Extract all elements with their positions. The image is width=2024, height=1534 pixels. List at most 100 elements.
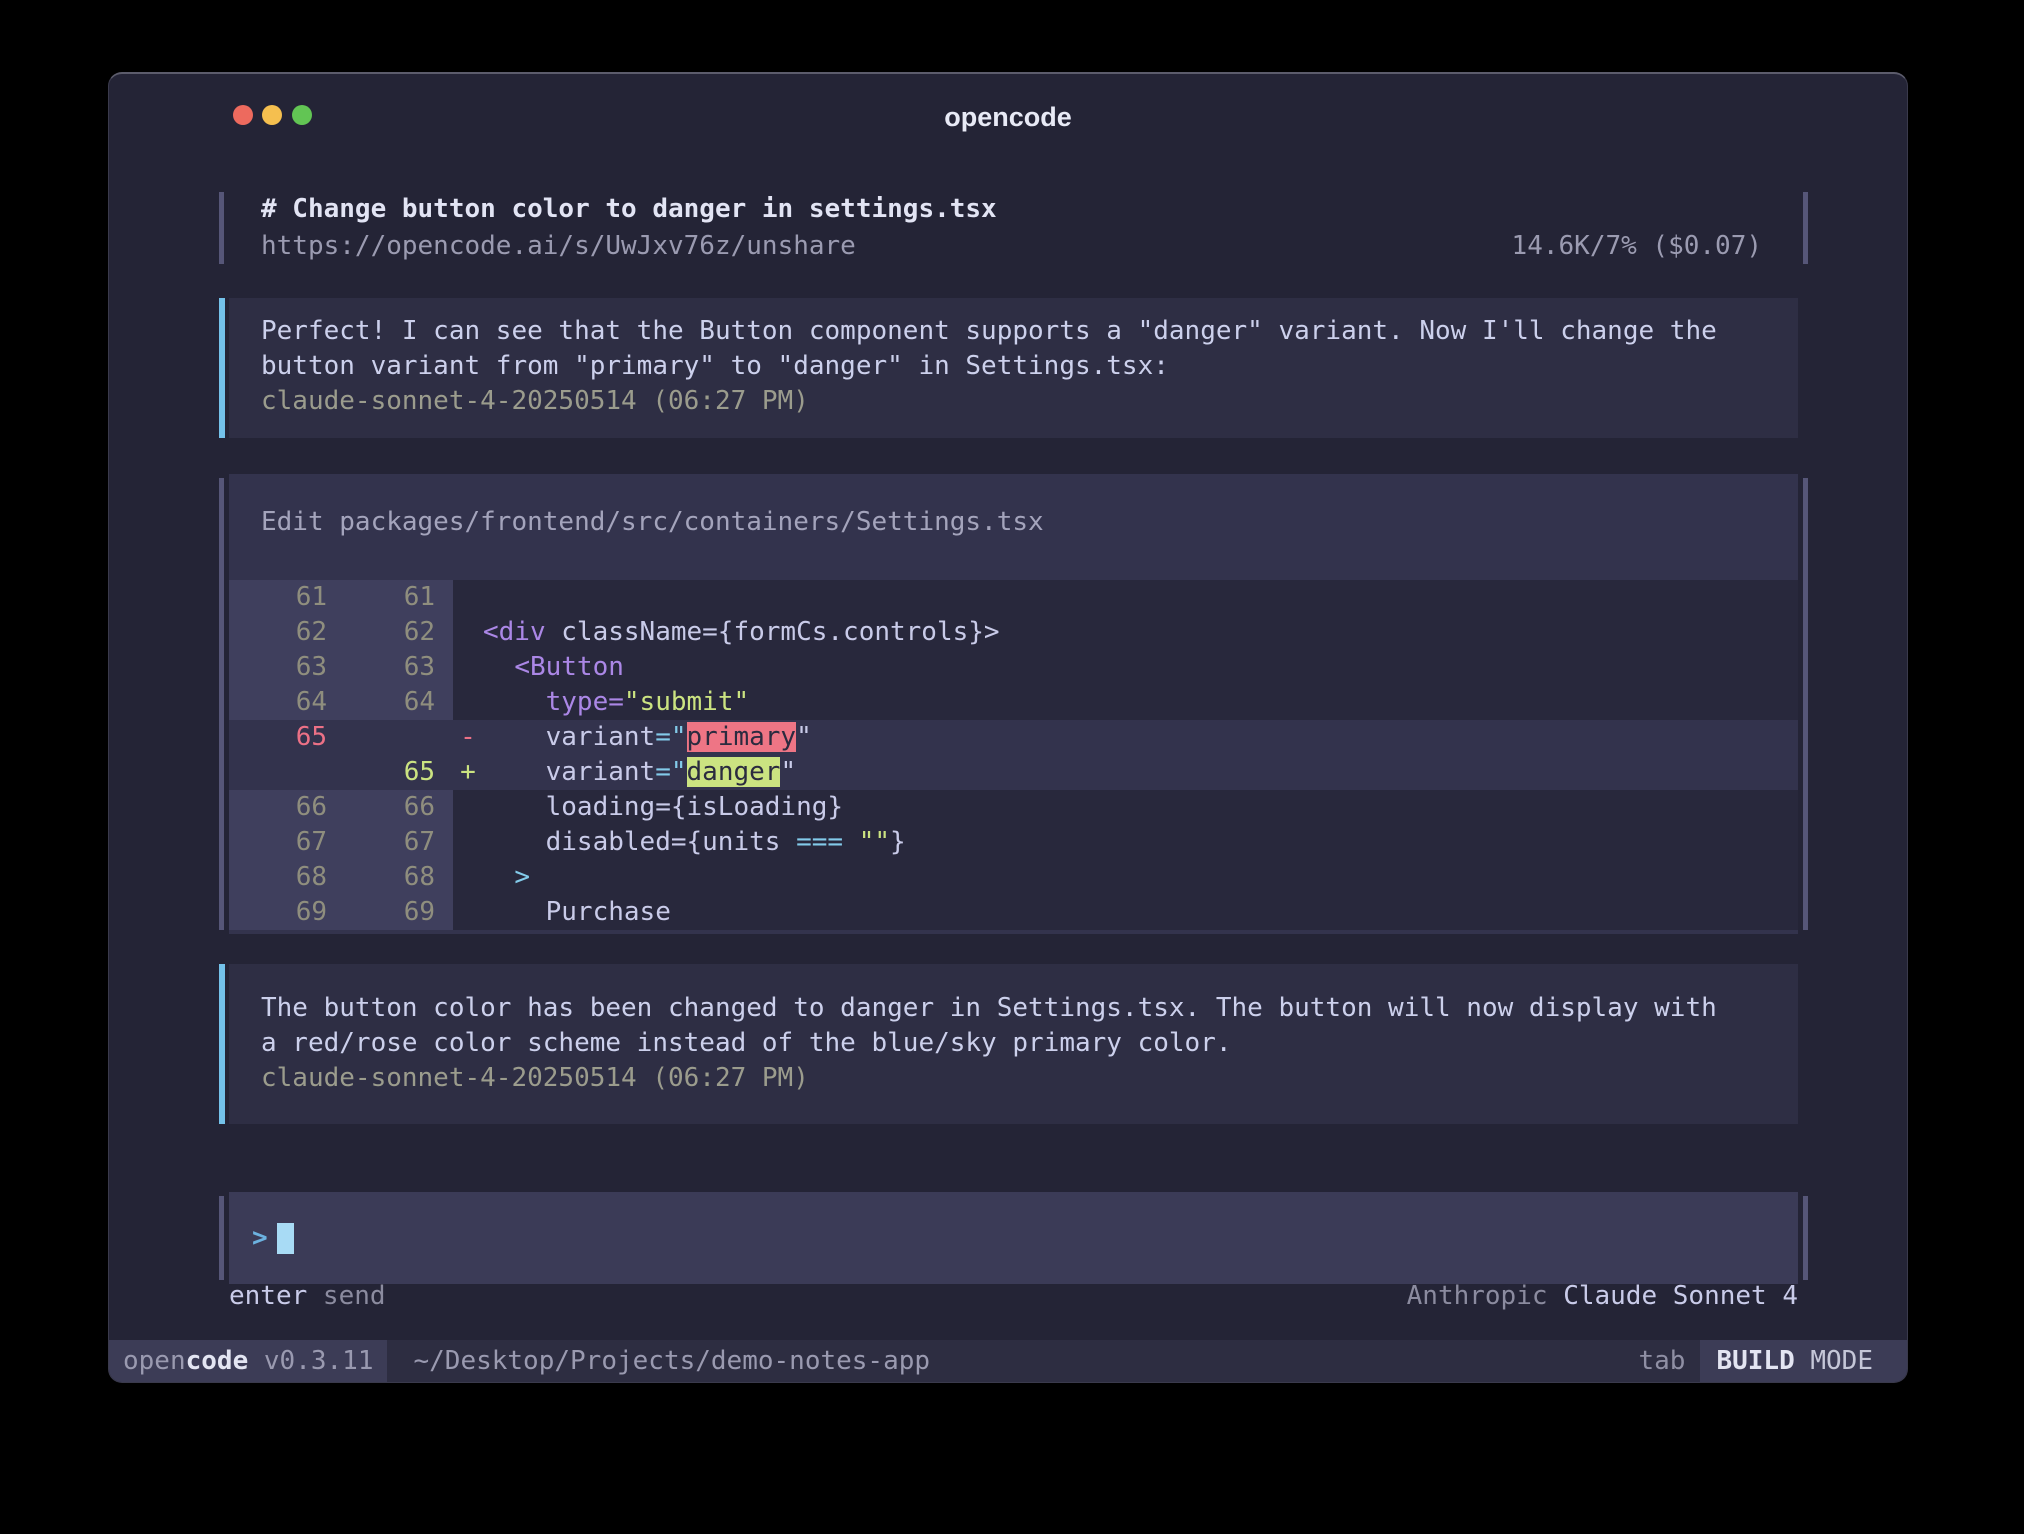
old-line-number: 63 [229,650,341,685]
new-line-number: 61 [341,580,453,615]
diff-code-line: disabled={units === ""} [483,825,1798,860]
old-line-number: 69 [229,895,341,930]
edit-box: Edit packages/frontend/src/containers/Se… [229,474,1798,934]
new-line-number: 65 [341,755,453,790]
diff-marker [453,895,483,930]
diff-code-line: Purchase [483,895,1798,930]
code-segment [483,652,514,682]
diff-marker: + [453,755,483,790]
assistant-message: The button color has been changed to dan… [109,964,1909,1124]
code-segment [483,827,546,857]
code-segment: =" [655,757,686,787]
message-body: The button color has been changed to dan… [229,964,1798,1124]
diff-view: 61616262<div className={formCs.controls}… [229,580,1798,930]
code-segment: =" [655,722,686,752]
diff-code-line [483,580,1798,615]
code-segment [483,757,546,787]
code-segment: Purchase [546,897,671,927]
header-left-border [219,192,224,264]
edit-tool-block: Edit packages/frontend/src/containers/Se… [109,474,1909,934]
diff-row: 6767 disabled={units === ""} [229,825,1798,860]
diff-marker [453,860,483,895]
diff-code-line: > [483,860,1798,895]
app-version-segment: opencode v0.3.11 [109,1340,387,1382]
diff-row: 6666 loading={isLoading} [229,790,1798,825]
model-label: Claude Sonnet 4 [1563,1278,1798,1314]
code-segment: "submit" [624,687,749,717]
message-text-line: Perfect! I can see that the Button compo… [261,314,1798,349]
unshare-command: /unshare [731,228,856,264]
code-segment [483,792,546,822]
share-url[interactable]: https://opencode.ai/s/UwJxv76z [261,228,731,264]
app-window: opencode # Change button color to danger… [108,72,1908,1383]
app-version: v0.3.11 [248,1346,373,1376]
window-title: opencode [109,102,1907,133]
code-segment: className={formCs.controls}> [546,617,1000,647]
hints-row: enter send Anthropic Claude Sonnet 4 [109,1278,1909,1314]
header-right-border [1803,192,1808,264]
new-line-number: 66 [341,790,453,825]
diff-row: 6969 Purchase [229,895,1798,930]
diff-row: 6868 > [229,860,1798,895]
diff-marker [453,615,483,650]
new-line-number: 69 [341,895,453,930]
diff-row: 65 - variant="primary" [229,720,1798,755]
enter-key-hint: enter [229,1278,307,1314]
code-segment: disabled={units [546,827,796,857]
code-segment: variant [546,722,656,752]
edit-file-path: Edit packages/frontend/src/containers/Se… [229,504,1798,540]
diff-marker [453,580,483,615]
old-line-number: 67 [229,825,341,860]
code-segment: " [780,757,796,787]
code-segment: loading={isLoading} [546,792,843,822]
diff-row: 6363 <Button [229,650,1798,685]
diff-code-line: loading={isLoading} [483,790,1798,825]
old-line-number: 68 [229,860,341,895]
code-segment: " [796,722,812,752]
app-name-open: open [123,1346,186,1376]
message-text-line: The button color has been changed to dan… [261,991,1798,1026]
diff-row: 6161 [229,580,1798,615]
old-line-number: 66 [229,790,341,825]
mode-name: BUILD [1716,1346,1810,1376]
input-left-border [219,1196,224,1280]
prompt-input-row: > [109,1192,1909,1284]
diff-row: 6464 type="submit" [229,685,1798,720]
code-segment: <Button [514,652,624,682]
new-line-number: 68 [341,860,453,895]
prompt-input[interactable]: > [229,1192,1798,1284]
message-model-timestamp: claude-sonnet-4-20250514 (06:27 PM) [261,1061,1798,1096]
code-segment [483,722,546,752]
prompt-symbol: > [252,1223,268,1253]
code-segment: "" [859,827,890,857]
new-line-number [341,720,453,755]
code-segment: > [514,862,530,892]
text-cursor [277,1223,294,1254]
message-text-line: a red/rose color scheme instead of the b… [261,1026,1798,1061]
token-usage-stats: 14.6K/7% ($0.07) [1512,228,1762,264]
new-line-number: 63 [341,650,453,685]
provider-label: Anthropic [1407,1278,1564,1314]
edit-left-border [219,478,224,930]
assistant-message: Perfect! I can see that the Button compo… [109,298,1909,438]
code-segment: danger [687,757,781,787]
old-line-number: 65 [229,720,341,755]
working-directory-path: ~/Desktop/Projects/demo-notes-app [413,1346,930,1376]
message-body: Perfect! I can see that the Button compo… [229,298,1798,438]
code-segment [843,827,859,857]
code-segment: === [796,827,843,857]
new-line-number: 62 [341,615,453,650]
session-title: # Change button color to danger in setti… [229,188,1798,228]
diff-marker: - [453,720,483,755]
message-text-line: button variant from "primary" to "danger… [261,349,1798,384]
diff-marker [453,790,483,825]
diff-code-line: type="submit" [483,685,1798,720]
diff-code-line: variant="primary" [483,720,1798,755]
mode-segment: BUILD MODE [1700,1340,1907,1382]
code-segment [483,862,514,892]
code-segment [483,687,546,717]
message-accent-bar [219,964,225,1124]
code-segment [483,897,546,927]
code-segment: } [890,827,906,857]
diff-code-line: <div className={formCs.controls}> [483,615,1798,650]
